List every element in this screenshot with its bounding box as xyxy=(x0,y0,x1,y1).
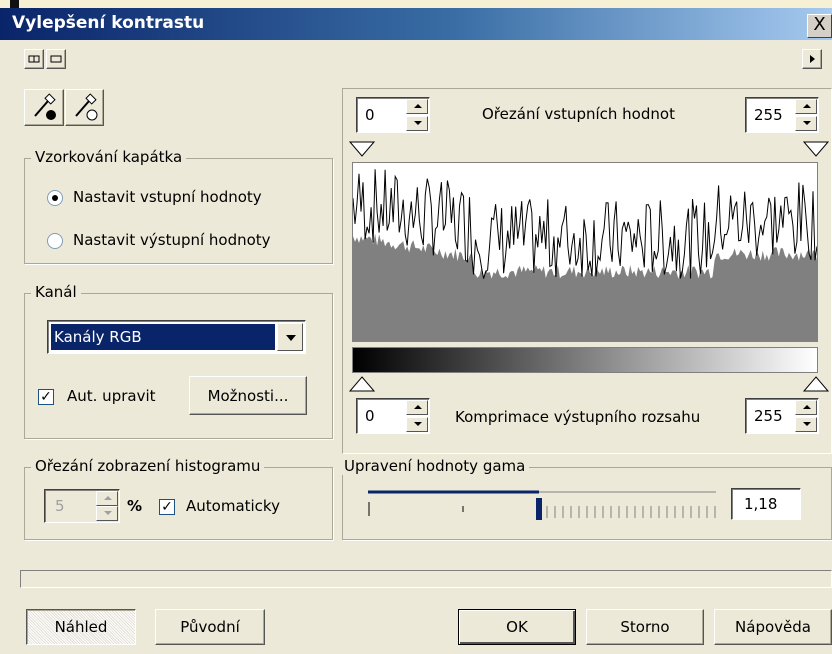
arrow-right-icon xyxy=(810,55,815,63)
input-clip-label: Ořezání vstupních hodnot xyxy=(482,105,675,123)
single-view-icon xyxy=(50,55,62,63)
split-view-icon xyxy=(28,55,40,63)
ok-button[interactable]: OK xyxy=(458,609,576,645)
eyedropper-white-button[interactable] xyxy=(65,89,104,126)
cancel-button-label: Storno xyxy=(620,618,670,636)
eyedropper-group-legend: Vzorkování kapátka xyxy=(31,148,187,166)
eyedropper-black-button[interactable] xyxy=(24,89,64,126)
spin-up-icon[interactable] xyxy=(795,400,817,415)
spin-up-icon[interactable] xyxy=(96,491,118,506)
single-view-button[interactable] xyxy=(46,49,66,69)
gamma-value: 1,18 xyxy=(744,495,778,513)
tone-gradient-bar xyxy=(352,347,818,373)
input-high-spinbox[interactable]: 255 xyxy=(745,97,819,133)
window-title: Vylepšení kontrastu xyxy=(12,13,205,33)
channel-group-legend: Kanál xyxy=(31,283,81,301)
histogram-clip-value: 5 xyxy=(55,497,65,515)
cancel-button[interactable]: Storno xyxy=(586,609,704,645)
radio-input-values[interactable] xyxy=(47,190,63,206)
auto-adjust-checkbox[interactable]: ✓ xyxy=(38,389,54,405)
input-low-value: 0 xyxy=(365,106,375,124)
histogram-graph xyxy=(353,169,817,341)
output-low-value: 0 xyxy=(365,407,375,425)
output-range-label: Komprimace výstupního rozsahu xyxy=(455,408,701,426)
output-low-handle[interactable] xyxy=(348,375,376,393)
automatic-label[interactable]: Automaticky xyxy=(186,497,280,515)
output-high-value: 255 xyxy=(754,407,783,425)
close-button[interactable]: X xyxy=(807,14,832,38)
spin-down-icon[interactable] xyxy=(795,116,817,131)
chevron-down-icon[interactable] xyxy=(277,323,303,351)
output-low-spinbox[interactable]: 0 xyxy=(356,398,430,434)
eyedropper-white-icon xyxy=(74,93,97,121)
automatic-checkbox[interactable]: ✓ xyxy=(159,499,175,515)
spin-up-icon[interactable] xyxy=(406,400,428,415)
eyedropper-black-icon xyxy=(34,93,56,120)
histogram-plot xyxy=(352,162,818,342)
gamma-slider[interactable] xyxy=(368,488,716,524)
original-button-label: Původní xyxy=(180,618,240,636)
percent-label: % xyxy=(127,497,143,515)
gamma-group-legend: Upravení hodnoty gama xyxy=(340,457,530,475)
help-button-label: Nápověda xyxy=(735,618,811,636)
spin-down-icon[interactable] xyxy=(795,417,817,432)
channel-select[interactable]: Kanály RGB xyxy=(47,320,306,354)
histogram-clip-spinbox[interactable]: 5 xyxy=(44,489,120,523)
spin-down-icon[interactable] xyxy=(406,116,428,131)
channel-group xyxy=(24,293,333,439)
spin-down-icon[interactable] xyxy=(406,417,428,432)
radio-output-values-label[interactable]: Nastavit výstupní hodnoty xyxy=(73,231,271,249)
top-strip xyxy=(0,0,832,8)
output-high-spinbox[interactable]: 255 xyxy=(745,398,819,434)
help-button[interactable]: Nápověda xyxy=(714,609,832,645)
radio-output-values[interactable] xyxy=(47,233,63,249)
gamma-value-field[interactable]: 1,18 xyxy=(731,488,801,520)
output-high-handle[interactable] xyxy=(802,375,830,393)
options-button-label: Možnosti... xyxy=(207,386,289,405)
ok-button-label: OK xyxy=(506,618,528,636)
gamma-slider-track xyxy=(368,490,716,520)
preview-button[interactable]: Náhled xyxy=(26,609,136,645)
histogram-clip-legend: Ořezání zobrazení histogramu xyxy=(31,457,265,475)
spin-up-icon[interactable] xyxy=(406,99,428,114)
spin-up-icon[interactable] xyxy=(795,99,817,114)
radio-input-values-label[interactable]: Nastavit vstupní hodnoty xyxy=(73,188,262,206)
input-high-value: 255 xyxy=(754,106,783,124)
input-low-spinbox[interactable]: 0 xyxy=(356,97,430,133)
input-low-handle[interactable] xyxy=(348,140,376,158)
channel-select-value: Kanály RGB xyxy=(51,324,275,350)
preview-button-label: Náhled xyxy=(54,618,108,636)
expand-button[interactable] xyxy=(802,49,822,69)
split-view-button[interactable] xyxy=(24,49,44,69)
progress-bar xyxy=(20,570,832,588)
input-high-handle[interactable] xyxy=(802,140,830,158)
spin-down-icon[interactable] xyxy=(96,506,118,521)
options-button[interactable]: Možnosti... xyxy=(189,376,307,415)
original-button[interactable]: Původní xyxy=(155,609,265,645)
auto-adjust-label[interactable]: Aut. upravit xyxy=(67,387,156,405)
